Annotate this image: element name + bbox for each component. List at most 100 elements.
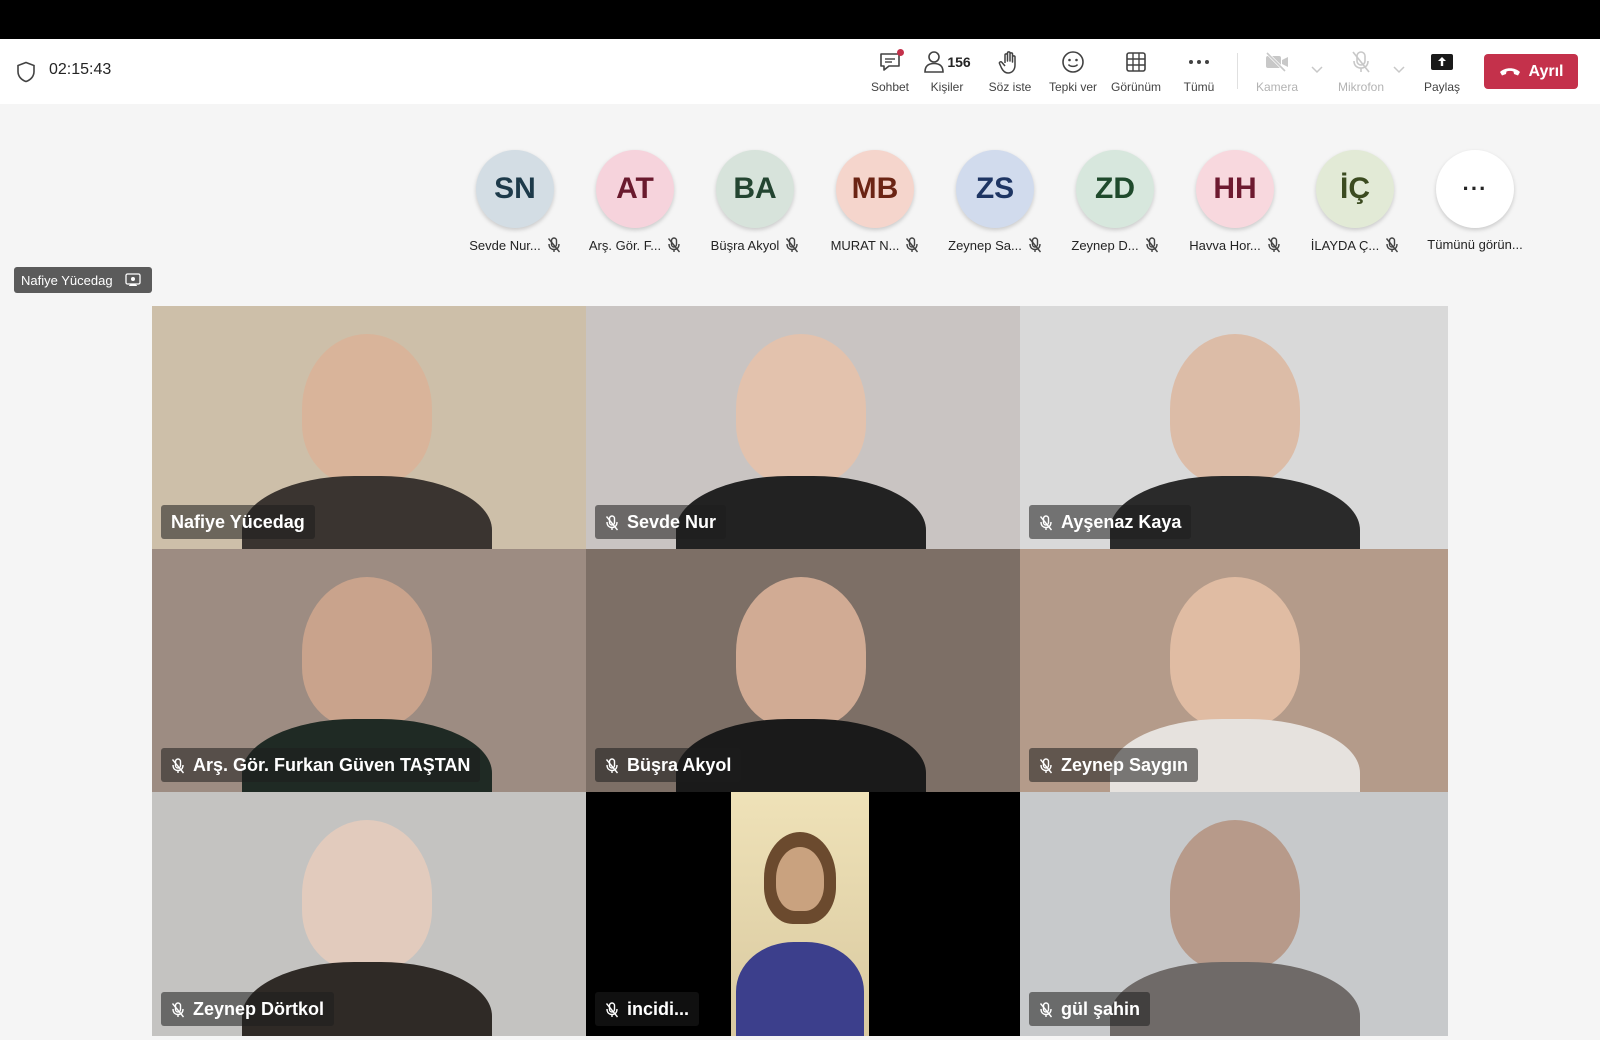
participant-name-row: İLAYDA Ç... (1311, 237, 1399, 253)
people-count: 156 (947, 54, 971, 70)
window-top-bar (0, 0, 1600, 39)
smiley-icon (1062, 51, 1084, 73)
video-nametag: Zeynep Dörtkol (161, 992, 335, 1026)
avatar-initials: HH (1213, 172, 1257, 205)
muted-mic-icon (547, 237, 560, 253)
participant-name-row: Zeynep D... (1071, 237, 1158, 253)
avatar: İÇ (1316, 150, 1394, 228)
participant-video-body (736, 942, 864, 1036)
share-screen-icon (1431, 54, 1453, 70)
camera-off-icon (1265, 51, 1288, 73)
muted-mic-icon (1039, 757, 1053, 773)
hang-up-icon (1499, 67, 1520, 75)
participant-avatar-item[interactable]: AT Arş. Gör. F... (575, 150, 695, 253)
muted-mic-icon (605, 757, 619, 773)
video-tile[interactable]: incidi... (586, 792, 1020, 1036)
video-participant-name: Zeynep Saygın (1061, 755, 1189, 775)
react-label: Tepki ver (1048, 80, 1098, 94)
toolbar-divider (1237, 53, 1238, 89)
more-label: Tümü (1183, 80, 1215, 94)
participant-video-head (1170, 334, 1300, 484)
muted-mic-icon (668, 237, 681, 253)
muted-mic-icon (786, 237, 799, 253)
video-grid: Nafiye Yücedag Sevde Nur Ayşenaz Kaya Ar… (152, 306, 1448, 1036)
video-tile[interactable]: Büşra Akyol (586, 549, 1020, 792)
people-button[interactable]: 156 Kişiler (920, 49, 974, 97)
people-label: Kişiler (930, 80, 964, 94)
video-nametag: Arş. Gör. Furkan Güven TAŞTAN (161, 748, 481, 782)
participant-name: MURAT N... (830, 237, 900, 253)
video-participant-name: Büşra Akyol (627, 755, 732, 775)
person-icon (924, 51, 945, 73)
camera-button[interactable]: Kamera (1252, 49, 1302, 97)
participant-avatar-item[interactable]: ZS Zeynep Sa... (935, 150, 1055, 253)
chat-label: Sohbet (870, 80, 910, 94)
share-label: Paylaş (1423, 80, 1461, 94)
avatar-initials: ZD (1095, 172, 1135, 205)
video-tile[interactable]: Zeynep Dörtkol (152, 792, 586, 1036)
react-button[interactable]: Tepki ver (1045, 49, 1101, 97)
video-tile[interactable]: Arş. Gör. Furkan Güven TAŞTAN (152, 549, 586, 792)
video-participant-name: Ayşenaz Kaya (1061, 512, 1182, 532)
presenter-tag: Nafiye Yücedag (14, 267, 152, 293)
video-nametag: Sevde Nur (595, 505, 727, 539)
camera-label: Kamera (1255, 80, 1299, 94)
participant-avatar-item[interactable]: ZD Zeynep D... (1055, 150, 1175, 253)
muted-mic-icon (1386, 237, 1399, 253)
grid-view-icon (1126, 52, 1146, 72)
participant-name: Zeynep D... (1071, 237, 1139, 253)
more-participants-icon: ··· (1436, 150, 1514, 228)
leave-label: Ayrıl (1528, 62, 1564, 80)
participant-video-head (302, 820, 432, 970)
share-button[interactable]: Paylaş (1418, 49, 1466, 97)
participant-avatar-item[interactable]: HH Havva Hor... (1175, 150, 1295, 253)
video-nametag: Zeynep Saygın (1029, 748, 1199, 782)
muted-mic-icon (1039, 514, 1053, 530)
avatar: BA (716, 150, 794, 228)
video-participant-name: Arş. Gör. Furkan Güven TAŞTAN (193, 755, 471, 775)
participant-avatar-item[interactable]: SN Sevde Nur... (455, 150, 575, 253)
more-button[interactable]: Tümü (1177, 49, 1221, 97)
avatar: HH (1196, 150, 1274, 228)
microphone-button[interactable]: Mikrofon (1333, 49, 1389, 97)
see-all-participants-button[interactable]: ··· Tümünü görün... (1415, 150, 1535, 252)
muted-mic-icon (1028, 237, 1041, 253)
chat-button[interactable]: Sohbet (862, 49, 918, 97)
participant-avatar-item[interactable]: MB MURAT N... (815, 150, 935, 253)
leave-button[interactable]: Ayrıl (1484, 54, 1578, 89)
video-tile[interactable]: Ayşenaz Kaya (1020, 306, 1448, 549)
microphone-options-chevron-icon[interactable] (1393, 66, 1405, 74)
view-button[interactable]: Görünüm (1108, 49, 1164, 97)
avatar-initials: AT (616, 172, 654, 205)
participant-name-row: Büşra Akyol (711, 237, 800, 253)
avatar: SN (476, 150, 554, 228)
video-participant-name: Sevde Nur (627, 512, 717, 532)
participant-avatar-item[interactable]: İÇ İLAYDA Ç... (1295, 150, 1415, 253)
video-tile[interactable]: Sevde Nur (586, 306, 1020, 549)
muted-mic-icon (171, 757, 185, 773)
camera-options-chevron-icon[interactable] (1311, 66, 1323, 74)
more-icon (1189, 60, 1209, 64)
avatar-initials: MB (851, 172, 899, 205)
video-tile[interactable]: gül şahin (1020, 792, 1448, 1036)
muted-mic-icon (605, 514, 619, 530)
screen-share-indicator-icon (124, 273, 141, 286)
video-tile[interactable]: Zeynep Saygın (1020, 549, 1448, 792)
see-all-label: Tümünü görün... (1427, 237, 1523, 252)
video-nametag: Büşra Akyol (595, 748, 742, 782)
view-label: Görünüm (1110, 80, 1162, 94)
video-tile[interactable]: Nafiye Yücedag (152, 306, 586, 549)
muted-mic-icon (1267, 237, 1280, 253)
participant-video-face (776, 847, 824, 911)
video-participant-name: Zeynep Dörtkol (193, 999, 325, 1019)
muted-mic-icon (605, 1001, 619, 1017)
raise-hand-icon (998, 51, 1016, 74)
video-participant-name: gül şahin (1061, 999, 1141, 1019)
participant-name: İLAYDA Ç... (1310, 237, 1380, 253)
participant-name: Büşra Akyol (710, 237, 780, 253)
participant-name: Havva Hor... (1189, 237, 1261, 253)
avatar-initials: BA (733, 172, 777, 205)
participant-name-row: MURAT N... (831, 237, 920, 253)
raise-hand-button[interactable]: Söz iste (985, 49, 1035, 97)
participant-avatar-item[interactable]: BA Büşra Akyol (695, 150, 815, 253)
